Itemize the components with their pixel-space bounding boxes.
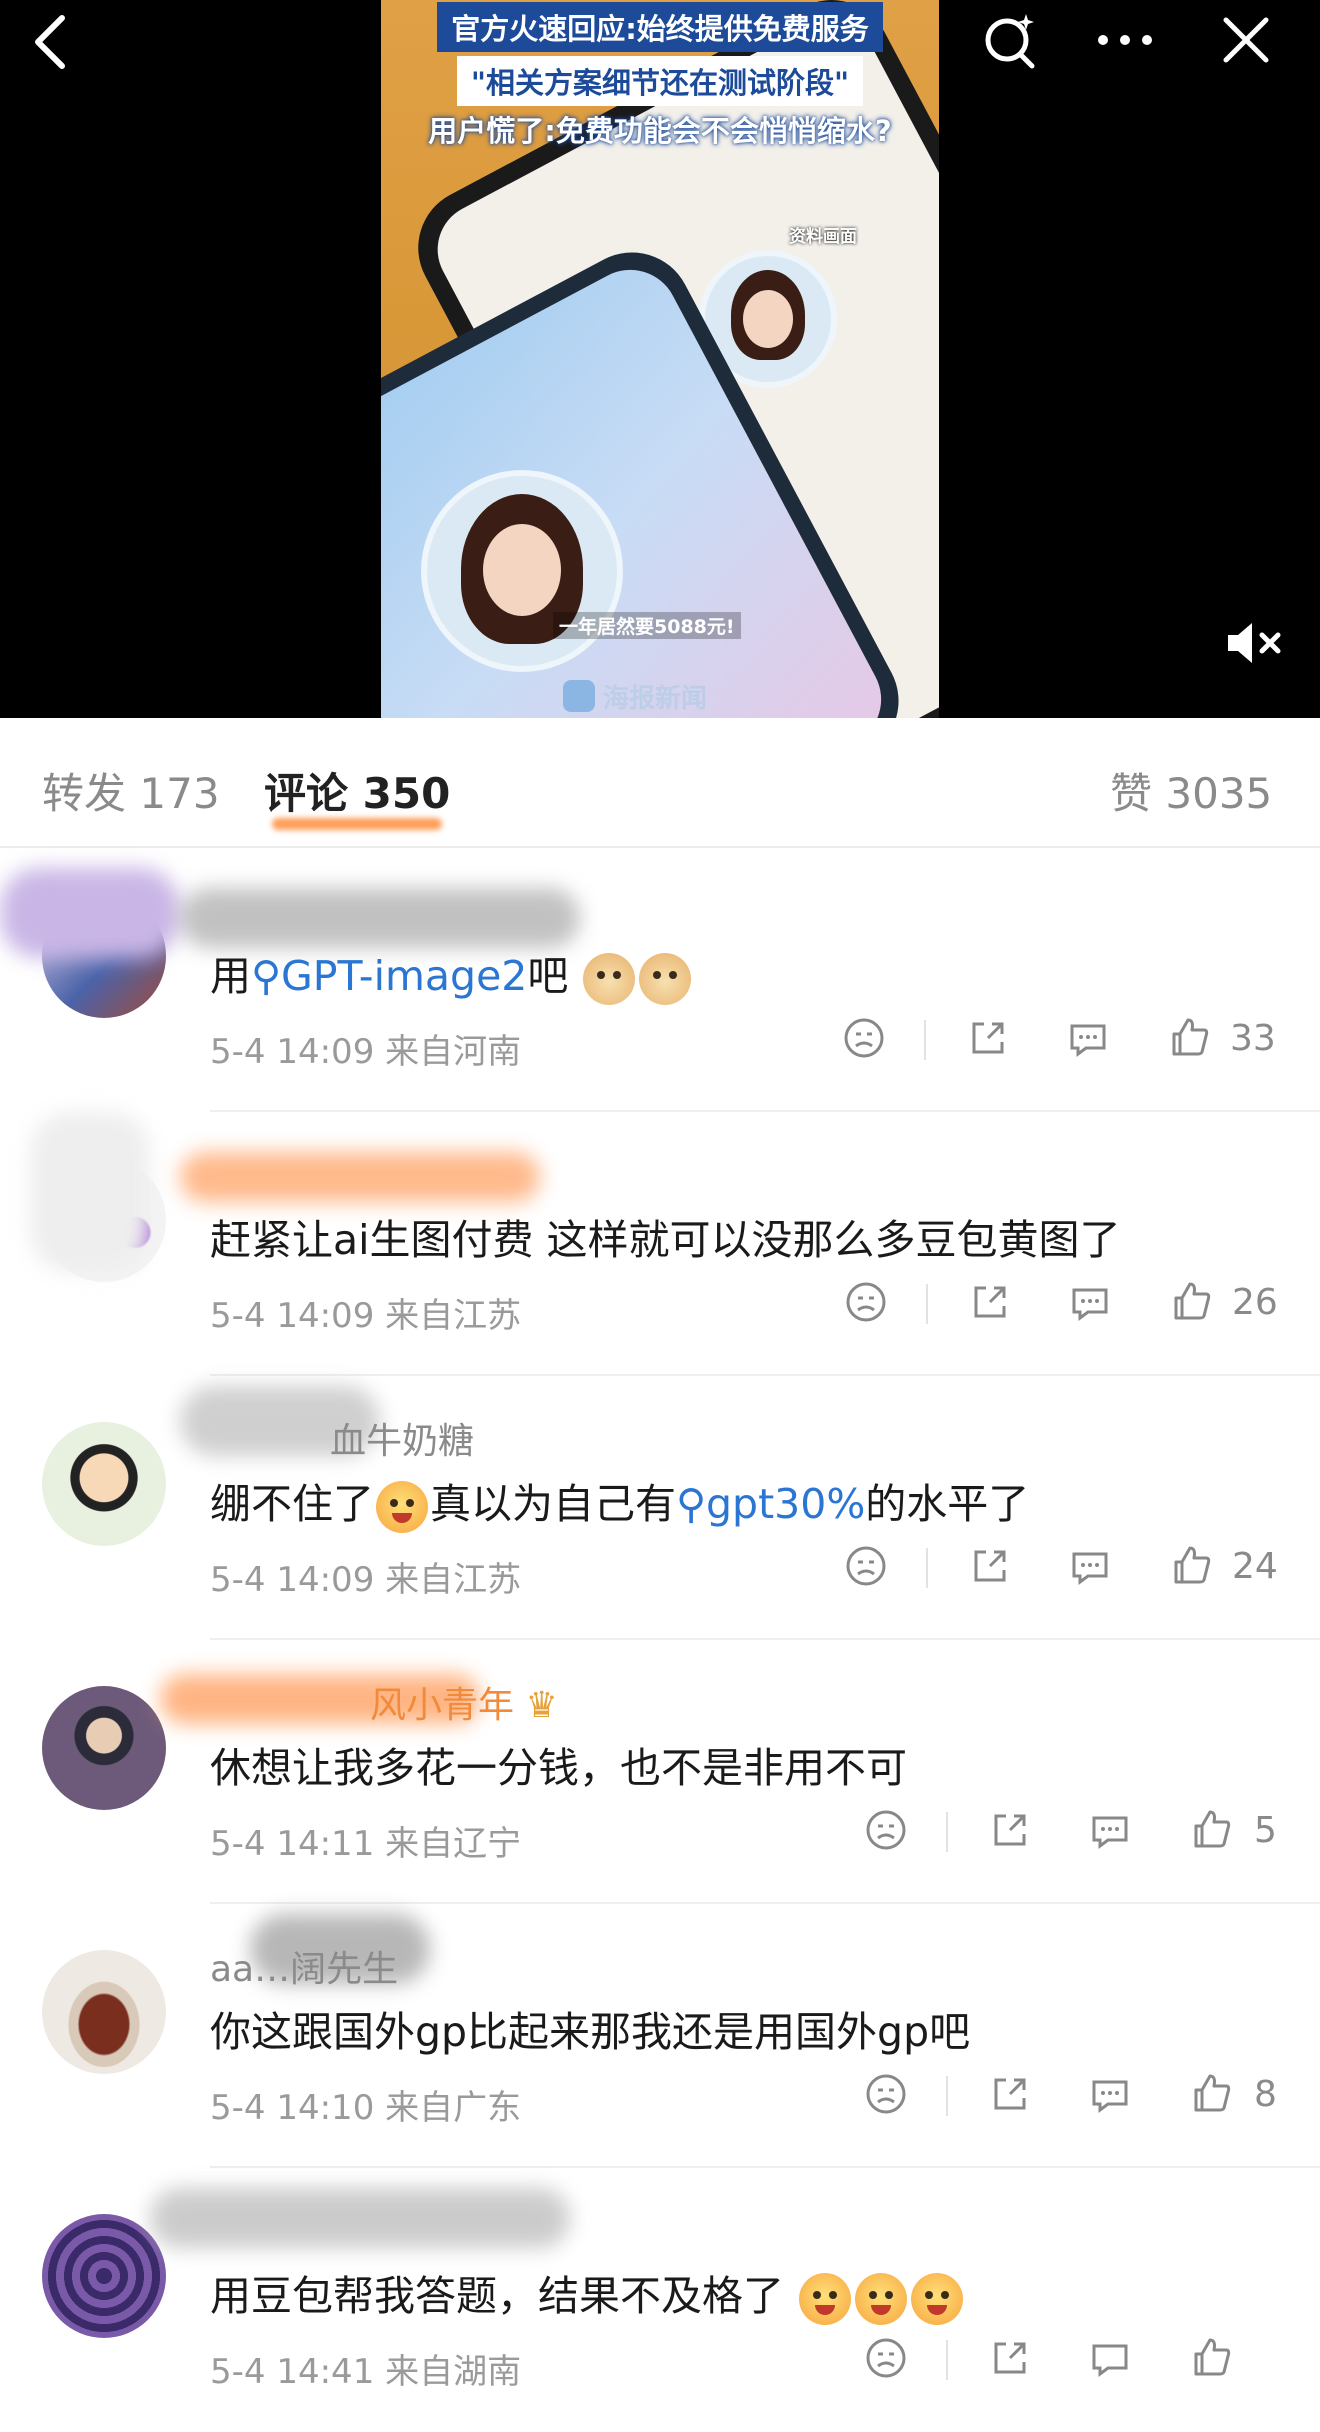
engagement-bar: 转发 173 评论 350 赞 3035 xyxy=(0,718,1320,848)
like-count: 5 xyxy=(1254,1810,1277,1851)
blurred-mask xyxy=(30,1112,150,1272)
search-link[interactable]: ⚲gpt30% xyxy=(676,1480,865,1528)
video-caption-1: 官方火速回应:始终提供免费服务 xyxy=(381,2,939,52)
comment-text: 用豆包帮我答题，结果不及格了 xyxy=(210,2262,965,2325)
like-count: 33 xyxy=(1230,1018,1276,1059)
comment-item[interactable]: 用豆包帮我答题，结果不及格了 5-4 14:41 来自湖南 xyxy=(0,2168,1320,2432)
comment-meta: 5-4 14:09 来自江苏 xyxy=(210,1560,522,1600)
dislike-icon[interactable] xyxy=(862,2070,912,2120)
video-caption-2: "相关方案细节还在测试阶段" xyxy=(381,56,939,106)
comment-text: 绷不住了 真以为自己有⚲gpt30%的水平了 xyxy=(210,1470,1029,1533)
close-icon[interactable] xyxy=(1218,4,1274,68)
more-icon[interactable] xyxy=(1093,6,1157,66)
username[interactable]: aa…阔先生 xyxy=(210,1940,398,1992)
crying-emoji-icon xyxy=(911,2273,964,2325)
reply-icon[interactable] xyxy=(1066,1278,1116,1328)
comment-item[interactable]: aa…阔先生 你这跟国外gp比起来那我还是用国外gp吧 5-4 14:10 来自… xyxy=(0,1904,1320,2168)
comment-text: 你这跟国外gp比起来那我还是用国外gp吧 xyxy=(210,2008,971,2056)
doge-emoji-icon xyxy=(639,953,692,1005)
share-icon[interactable] xyxy=(986,2334,1036,2384)
like-icon[interactable] xyxy=(1168,1278,1218,1328)
username[interactable]: 血牛奶糖 xyxy=(330,1412,474,1464)
search-link[interactable]: ⚲GPT-image2 xyxy=(251,952,527,1000)
username[interactable]: 风小青年 ♛ xyxy=(370,1676,558,1728)
like-icon[interactable] xyxy=(1188,1806,1238,1856)
share-icon[interactable] xyxy=(964,1014,1014,1064)
tag-picture: 资料画面 xyxy=(789,227,857,247)
dislike-icon[interactable] xyxy=(842,1542,892,1592)
tab-likes[interactable]: 赞 3035 xyxy=(1110,760,1272,821)
share-icon[interactable] xyxy=(966,1278,1016,1328)
share-icon[interactable] xyxy=(986,2070,1036,2120)
image-search-icon[interactable] xyxy=(980,10,1040,70)
comment-meta: 5-4 14:09 来自江苏 xyxy=(210,1296,522,1336)
back-icon[interactable] xyxy=(28,10,72,74)
video-caption-3: 用户慌了:免费功能会不会悄悄缩水? xyxy=(428,114,892,148)
comment-meta: 5-4 14:09 来自河南 xyxy=(210,1032,522,1072)
comment-text: 赶紧让ai生图付费 这样就可以没那么多豆包黄图了 xyxy=(210,1216,1121,1264)
avatar[interactable] xyxy=(42,2214,166,2338)
share-icon[interactable] xyxy=(986,1806,1036,1856)
reply-icon[interactable] xyxy=(1064,1014,1114,1064)
crying-emoji-icon xyxy=(799,2273,852,2325)
avatar-illustration-large xyxy=(421,470,623,672)
video-player[interactable]: 官方火速回应:始终提供免费服务 "相关方案细节还在测试阶段" 用户慌了:免费功能… xyxy=(0,0,1320,718)
like-icon[interactable] xyxy=(1168,1542,1218,1592)
tab-comments[interactable]: 评论 350 xyxy=(264,760,450,821)
blurred-mask xyxy=(180,1152,540,1202)
avatar[interactable] xyxy=(42,1422,166,1546)
like-count: 24 xyxy=(1232,1546,1278,1587)
crying-emoji-icon xyxy=(855,2273,908,2325)
watermark-text: 海报新闻 xyxy=(603,684,708,714)
tag-price: 一年居然要5088元! xyxy=(553,612,741,639)
like-icon[interactable] xyxy=(1166,1014,1216,1064)
like-icon[interactable] xyxy=(1188,2334,1238,2384)
comment-text: 休想让我多花一分钱，也不是非用不可 xyxy=(210,1744,907,1792)
share-icon[interactable] xyxy=(966,1542,1016,1592)
blurred-mask xyxy=(180,888,580,948)
dislike-icon[interactable] xyxy=(862,2334,912,2384)
crown-icon: ♛ xyxy=(525,1685,558,1726)
like-count: 8 xyxy=(1254,2074,1277,2115)
reply-icon[interactable] xyxy=(1086,2070,1136,2120)
comment-meta: 5-4 14:10 来自广东 xyxy=(210,2088,522,2128)
reply-icon[interactable] xyxy=(1066,1542,1116,1592)
comment-item[interactable]: 血牛奶糖 绷不住了 真以为自己有⚲gpt30%的水平了 5-4 14:09 来自江… xyxy=(0,1376,1320,1640)
reply-icon[interactable] xyxy=(1086,1806,1136,1856)
comment-meta: 5-4 14:41 来自湖南 xyxy=(210,2352,522,2392)
watermark-logo-icon xyxy=(563,680,595,712)
dislike-icon[interactable] xyxy=(842,1278,892,1328)
comment-item[interactable]: 风小青年 ♛ 休想让我多花一分钱，也不是非用不可 5-4 14:11 来自辽宁 … xyxy=(0,1640,1320,1904)
tab-repost[interactable]: 转发 173 xyxy=(42,760,220,821)
like-icon[interactable] xyxy=(1188,2070,1238,2120)
like-count: 26 xyxy=(1232,1282,1278,1323)
mute-icon[interactable] xyxy=(1224,618,1286,668)
comment-item[interactable]: 用⚲GPT-image2吧 5-4 14:09 来自河南 33 xyxy=(0,848,1320,1112)
comment-item[interactable]: 赶紧让ai生图付费 这样就可以没那么多豆包黄图了 5-4 14:09 来自江苏 … xyxy=(0,1112,1320,1376)
comment-text: 用⚲GPT-image2吧 xyxy=(210,942,693,1005)
video-frame: 官方火速回应:始终提供免费服务 "相关方案细节还在测试阶段" 用户慌了:免费功能… xyxy=(381,0,939,718)
reply-icon[interactable] xyxy=(1086,2334,1136,2384)
dislike-icon[interactable] xyxy=(862,1806,912,1856)
avatar[interactable] xyxy=(42,1950,166,2074)
avatar[interactable] xyxy=(42,1686,166,1810)
blurred-mask xyxy=(150,2188,570,2248)
blurred-mask xyxy=(0,868,180,958)
doge-emoji-icon xyxy=(583,953,636,1005)
comment-meta: 5-4 14:11 来自辽宁 xyxy=(210,1824,522,1864)
dislike-icon[interactable] xyxy=(840,1014,890,1064)
laugh-cry-emoji-icon xyxy=(376,1481,428,1533)
